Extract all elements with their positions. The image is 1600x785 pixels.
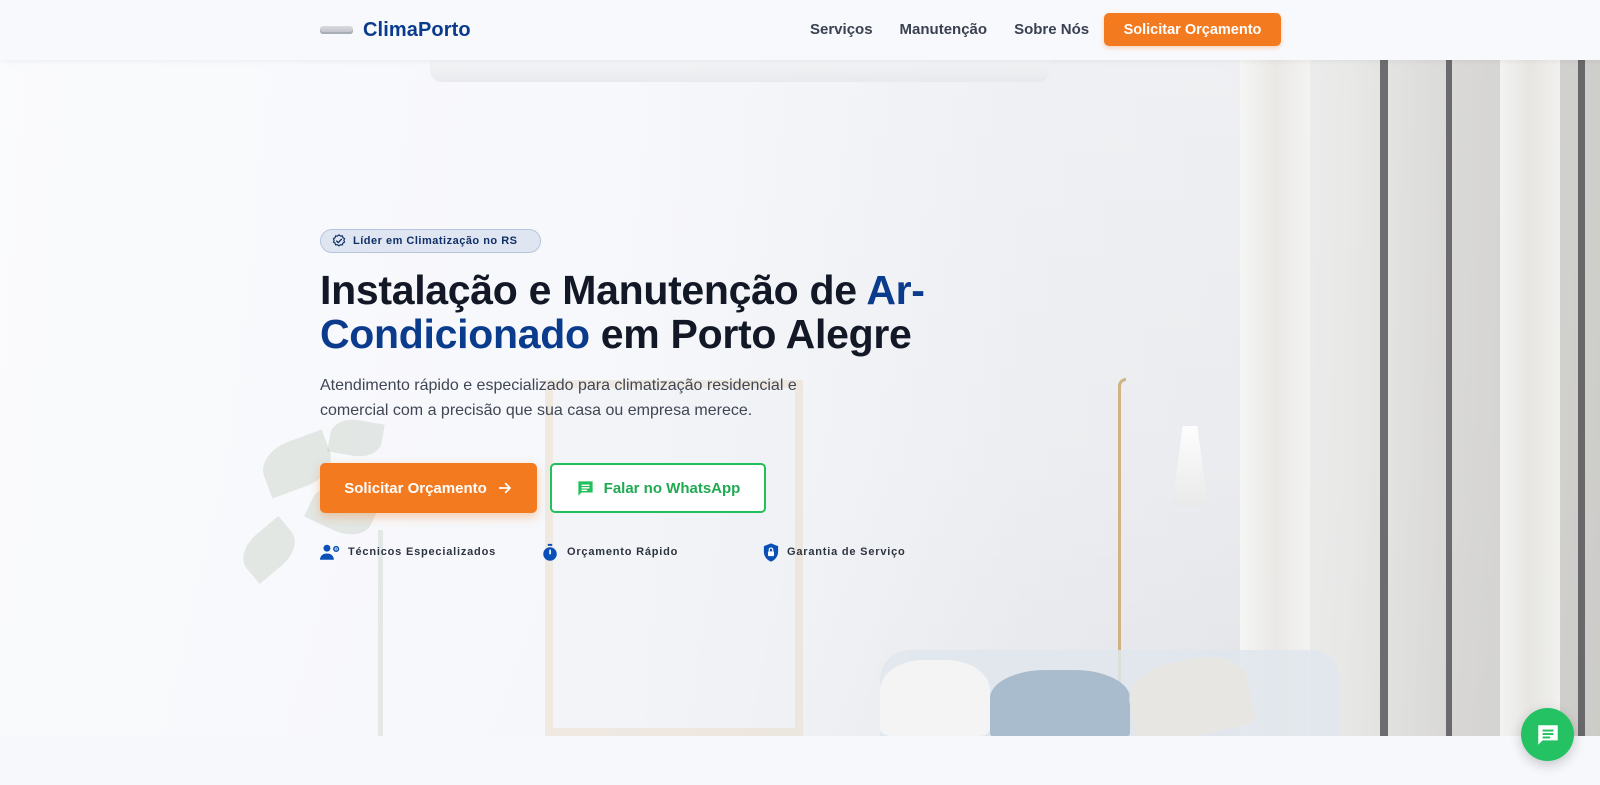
- chat-bubble-icon: [578, 480, 593, 496]
- background-curtain: [1240, 60, 1310, 736]
- hero-section: Líder em Climatização no RS Instalação e…: [0, 60, 1600, 736]
- logo-text: ClimaPorto: [363, 18, 471, 41]
- chat-icon: [1537, 724, 1558, 745]
- feature-item: Garantia de Serviço: [763, 542, 906, 562]
- feature-list: Técnicos Especializados Orçamento Rápido…: [320, 542, 940, 562]
- ac-unit-logo-icon: [320, 26, 353, 34]
- hero-subtitle: Atendimento rápido e especializado para …: [320, 377, 797, 419]
- leader-badge: Líder em Climatização no RS: [320, 229, 541, 253]
- background-pillow: [880, 660, 990, 736]
- whatsapp-button-label: Falar no WhatsApp: [603, 479, 741, 497]
- background-window-mullion: [1446, 60, 1452, 736]
- logo[interactable]: ClimaPorto: [320, 14, 471, 46]
- background-pillow: [990, 670, 1130, 736]
- chat-widget-button[interactable]: [1521, 708, 1574, 761]
- nav-link-manutencao[interactable]: Manutenção: [900, 21, 988, 38]
- nav-link-servicos[interactable]: Serviços: [810, 21, 873, 38]
- verified-badge-icon: [332, 234, 346, 247]
- feature-item: Orçamento Rápido: [541, 542, 678, 562]
- shield-lock-icon: [763, 542, 779, 562]
- background-ac-unit: [430, 60, 1050, 82]
- headline-part-1: Instalação e Manutenção de: [320, 267, 867, 313]
- hero-quote-button-label: Solicitar Orçamento: [344, 479, 487, 497]
- feature-label: Garantia de Serviço: [787, 546, 906, 558]
- background-window-mullion: [1578, 60, 1585, 736]
- hero-headline: Instalação e Manutenção de Ar-Condiciona…: [320, 268, 1000, 356]
- background-window-mullion: [1380, 60, 1388, 736]
- nav-link-sobre-nos[interactable]: Sobre Nós: [1014, 21, 1089, 38]
- whatsapp-button[interactable]: Falar no WhatsApp: [550, 463, 766, 513]
- engineer-icon: [320, 544, 340, 560]
- arrow-right-icon: [498, 482, 511, 494]
- header-quote-button[interactable]: Solicitar Orçamento: [1104, 13, 1281, 46]
- feature-label: Técnicos Especializados: [348, 546, 497, 558]
- background-plant-leaf: [233, 516, 305, 584]
- feature-label: Orçamento Rápido: [567, 546, 679, 558]
- timer-icon: [543, 543, 557, 561]
- feature-item: Técnicos Especializados: [320, 542, 496, 562]
- main-nav: Serviços Manutenção Sobre Nós: [810, 18, 1089, 40]
- badge-label: Líder em Climatização no RS: [353, 235, 518, 247]
- background-lamp-shade: [1172, 426, 1208, 506]
- site-header: ClimaPorto Serviços Manutenção Sobre Nós…: [0, 0, 1600, 60]
- headline-part-2: em Porto Alegre: [589, 311, 912, 357]
- background-curtain: [1500, 60, 1560, 736]
- hero-quote-button[interactable]: Solicitar Orçamento: [320, 463, 537, 513]
